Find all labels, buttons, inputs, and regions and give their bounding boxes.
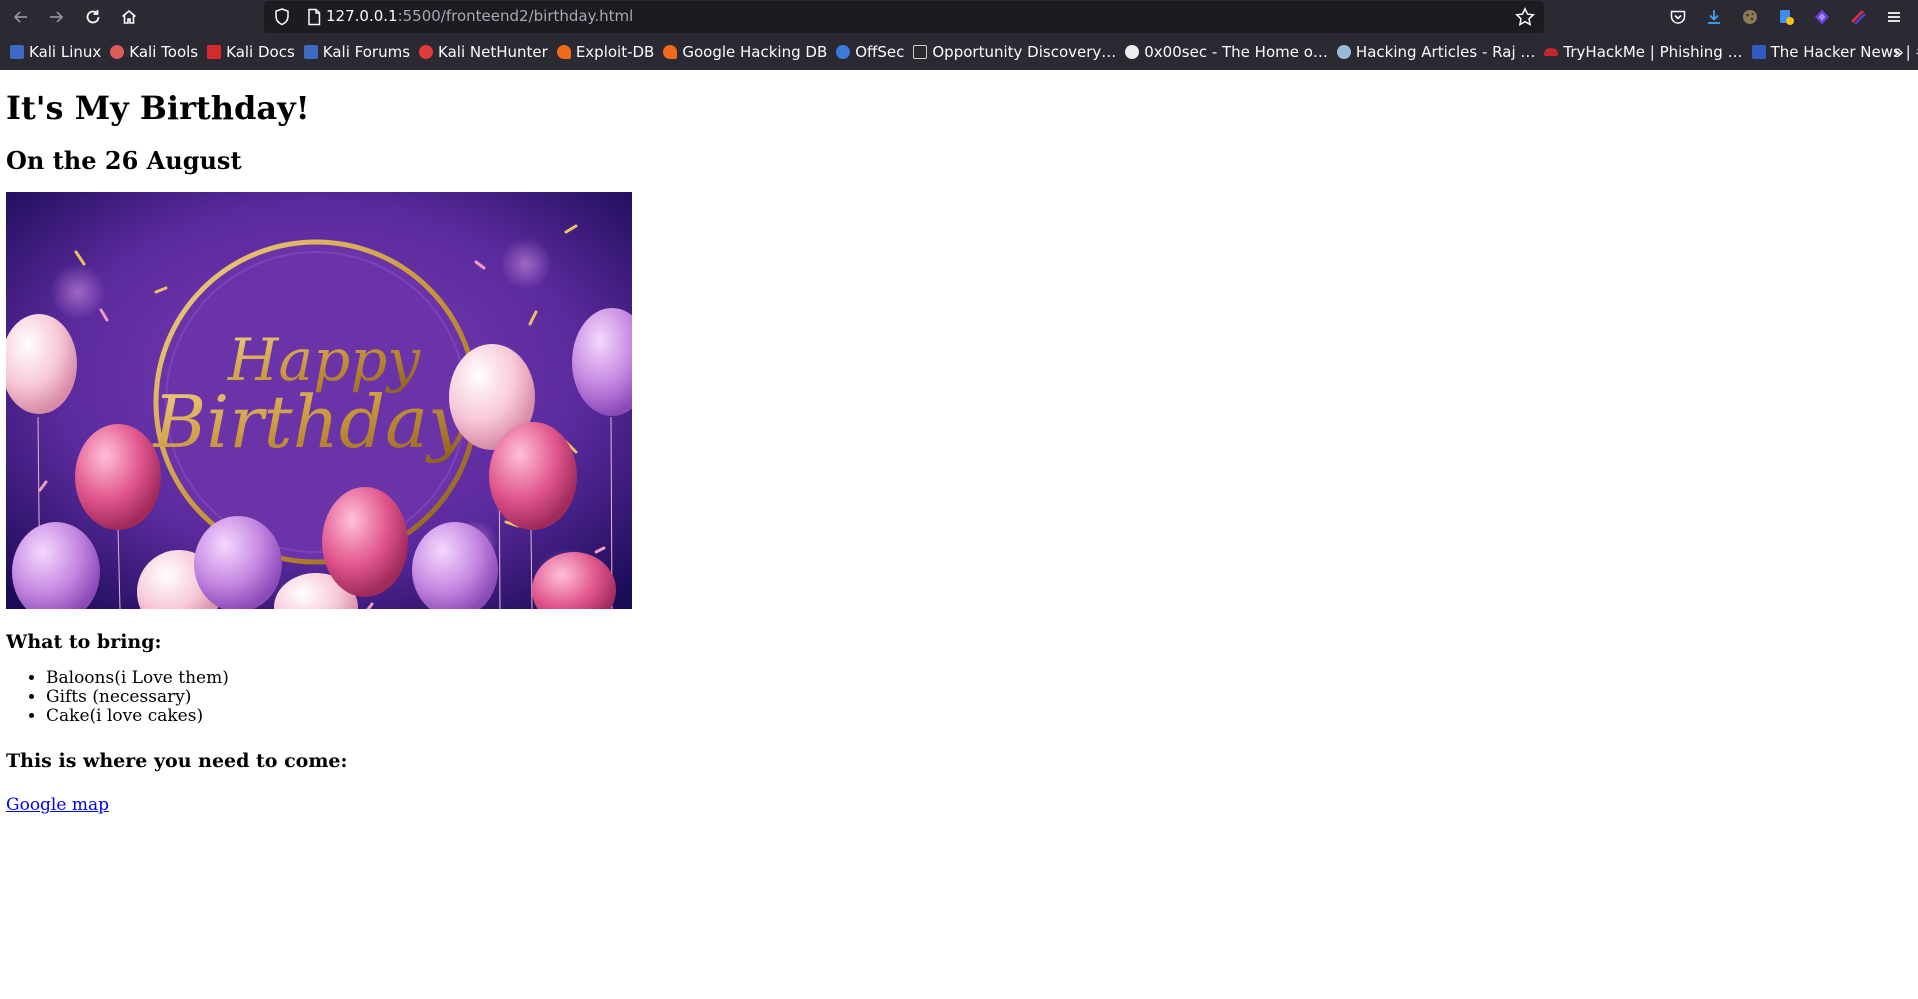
bookmark-star-icon[interactable] <box>1514 6 1536 28</box>
url-text[interactable]: 127.0.0.1:5500/fronteend2/birthday.html <box>326 7 633 25</box>
exploit-db-icon <box>663 45 678 59</box>
banner-greeting-birthday: Birthday <box>151 380 470 464</box>
bookmark-label: TryHackMe | Phishing … <box>1563 43 1743 61</box>
bookmark-offsec[interactable]: OffSec <box>836 43 904 61</box>
bookmark-label: 0x00sec - The Home o… <box>1144 43 1328 61</box>
extension-purple-icon[interactable] <box>1813 8 1831 26</box>
page-title: It's My Birthday! <box>6 89 310 127</box>
list-item: Cake(i love cakes) <box>46 707 1912 726</box>
forward-arrow-icon <box>50 11 64 23</box>
page-content: It's My Birthday! On the 26 August Happy… <box>0 90 1918 815</box>
bookmark-exploit-db[interactable]: Exploit-DB <box>556 43 655 61</box>
nethunter-icon <box>419 45 434 59</box>
address-bar[interactable]: 127.0.0.1:5500/fronteend2/birthday.html <box>264 1 1544 33</box>
navigation-toolbar: 127.0.0.1:5500/fronteend2/birthday.html <box>0 0 1918 34</box>
bookmark-label: Kali NetHunter <box>438 43 548 61</box>
bookmark-label: Kali Tools <box>129 43 199 61</box>
0x00sec-icon <box>1125 45 1140 59</box>
tryhackme-icon <box>1544 48 1559 56</box>
party-date: On the 26 August <box>6 145 242 175</box>
bookmark-label: Kali Docs <box>226 43 295 61</box>
extension-cookie-icon[interactable] <box>1741 8 1759 26</box>
reload-button[interactable] <box>81 5 105 29</box>
browser-chrome: 127.0.0.1:5500/fronteend2/birthday.html … <box>0 0 1918 70</box>
bookmark-label: Opportunity Discovery… <box>932 43 1117 61</box>
page-info-icon[interactable] <box>304 7 324 27</box>
reload-icon <box>86 10 100 24</box>
url-path: :5500/fronteend2/birthday.html <box>397 7 634 25</box>
bookmark-0x00sec[interactable]: 0x00sec - The Home o… <box>1125 43 1328 61</box>
bookmark-google-hacking-db[interactable]: Google Hacking DB <box>663 43 827 61</box>
opportunity-icon <box>913 45 928 59</box>
bookmark-label: Hacking Articles - Raj … <box>1355 43 1536 61</box>
wordpress-icon <box>1336 45 1351 59</box>
list-item: Gifts (necessary) <box>46 688 1912 707</box>
location-heading: This is where you need to come: <box>6 750 348 773</box>
birthday-banner-image: Happy Birthday <box>6 192 632 610</box>
kali-dragon-icon <box>10 45 24 59</box>
home-icon <box>121 9 137 24</box>
bookmark-kali-linux[interactable]: Kali Linux <box>10 43 101 61</box>
url-host: 127.0.0.1 <box>326 7 398 25</box>
back-button[interactable] <box>9 5 33 29</box>
bookmarks-overflow-chevron-icon[interactable]: » <box>1893 42 1904 63</box>
tracking-protection-shield-icon[interactable] <box>272 7 292 27</box>
thn-icon <box>1751 45 1766 59</box>
bookmark-opportunity-discovery[interactable]: Opportunity Discovery… <box>913 43 1116 61</box>
list-item: Baloons(i Love them) <box>46 669 1912 688</box>
back-arrow-icon <box>13 11 27 23</box>
bookmark-kali-forums[interactable]: Kali Forums <box>303 43 411 61</box>
google-map-link[interactable]: Google map <box>6 795 109 815</box>
bring-list: Baloons(i Love them) Gifts (necessary) C… <box>6 669 1912 726</box>
bookmark-kali-tools[interactable]: Kali Tools <box>110 43 198 61</box>
bookmark-label: Google Hacking DB <box>682 43 828 61</box>
extension-page-icon[interactable] <box>1777 8 1795 26</box>
pocket-icon[interactable] <box>1669 8 1687 26</box>
bookmark-label: OffSec <box>855 43 905 61</box>
kali-dragon-icon <box>303 45 318 59</box>
downloads-icon[interactable] <box>1705 8 1723 26</box>
forward-button[interactable] <box>44 5 68 29</box>
kali-docs-icon <box>207 45 222 59</box>
bookmark-hacking-articles[interactable]: Hacking Articles - Raj … <box>1336 43 1536 61</box>
offsec-icon <box>836 45 851 59</box>
bookmark-tryhackme[interactable]: TryHackMe | Phishing … <box>1544 43 1743 61</box>
extension-link-icon[interactable] <box>1849 8 1867 26</box>
home-button[interactable] <box>117 5 141 29</box>
bookmark-label: Kali Linux <box>29 43 102 61</box>
kali-tools-icon <box>110 45 125 59</box>
what-to-bring-heading: What to bring: <box>6 631 162 654</box>
hamburger-menu-icon[interactable] <box>1885 8 1903 26</box>
bookmark-kali-nethunter[interactable]: Kali NetHunter <box>419 43 548 61</box>
exploit-db-icon <box>556 45 571 59</box>
bookmark-label: Kali Forums <box>322 43 411 61</box>
bookmark-label: Exploit-DB <box>575 43 655 61</box>
bookmarks-toolbar: Kali Linux Kali Tools Kali Docs Kali For… <box>0 34 1918 70</box>
bookmark-kali-docs[interactable]: Kali Docs <box>207 43 295 61</box>
